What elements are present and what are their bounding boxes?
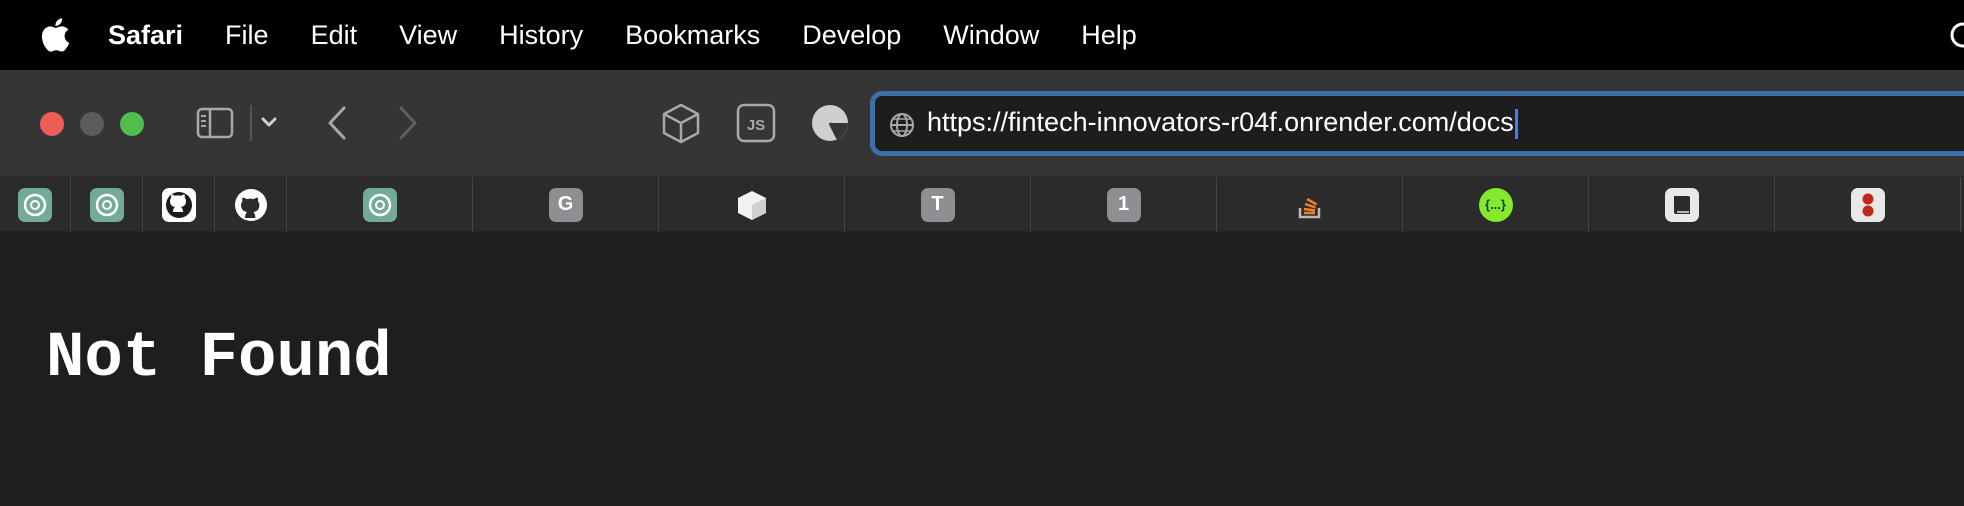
cube-extension-icon[interactable] bbox=[660, 102, 702, 144]
favorite-item[interactable]: {...} bbox=[1403, 177, 1589, 232]
favorite-item[interactable] bbox=[215, 177, 287, 232]
text-cursor bbox=[1514, 108, 1518, 139]
favorite-item[interactable] bbox=[0, 177, 71, 232]
letter-t-icon: T bbox=[920, 187, 955, 222]
letter-g-icon: G bbox=[548, 187, 583, 222]
favorite-item[interactable] bbox=[659, 177, 845, 232]
favorite-item[interactable] bbox=[71, 177, 143, 232]
favorite-item[interactable] bbox=[287, 177, 473, 232]
favorites-bar: G T 1 {...} bbox=[0, 177, 1964, 232]
back-icon[interactable] bbox=[326, 105, 348, 141]
favorite-item[interactable] bbox=[1775, 177, 1961, 232]
github-icon bbox=[161, 187, 196, 222]
pie-extension-icon[interactable] bbox=[810, 102, 850, 144]
chatgpt-icon bbox=[18, 187, 52, 222]
book-icon bbox=[1664, 187, 1699, 222]
apple-icon[interactable] bbox=[40, 17, 70, 53]
forward-icon[interactable] bbox=[397, 105, 419, 141]
url-field[interactable]: https://fintech-innovators-r04f.onrender… bbox=[927, 107, 1518, 139]
chatgpt-icon bbox=[89, 187, 124, 222]
minimize-window-button[interactable] bbox=[80, 112, 104, 136]
chatgpt-icon bbox=[362, 187, 397, 222]
sidebar-icon[interactable] bbox=[196, 107, 234, 139]
menu-edit[interactable]: Edit bbox=[311, 20, 358, 51]
red-dots-icon bbox=[1850, 187, 1885, 222]
menu-bookmarks[interactable]: Bookmarks bbox=[625, 20, 760, 51]
toolbar-divider bbox=[250, 105, 252, 141]
menu-view[interactable]: View bbox=[399, 20, 457, 51]
address-bar[interactable]: https://fintech-innovators-r04f.onrender… bbox=[870, 91, 1964, 156]
page-content: Not Found bbox=[0, 233, 1964, 506]
chevron-down-icon[interactable] bbox=[261, 116, 277, 128]
menu-window[interactable]: Window bbox=[943, 20, 1039, 51]
menu-items: Safari File Edit View History Bookmarks … bbox=[108, 0, 1179, 70]
zoom-window-button[interactable] bbox=[120, 112, 144, 136]
status-icon[interactable] bbox=[1950, 22, 1964, 48]
menu-bar: Safari File Edit View History Bookmarks … bbox=[0, 0, 1964, 70]
js-extension-icon[interactable]: JS bbox=[736, 102, 776, 144]
number-1-icon: 1 bbox=[1106, 187, 1141, 222]
menu-file[interactable]: File bbox=[225, 20, 269, 51]
close-window-button[interactable] bbox=[40, 112, 64, 136]
menu-develop[interactable]: Develop bbox=[802, 20, 901, 51]
svg-text:JS: JS bbox=[747, 117, 765, 134]
menu-help[interactable]: Help bbox=[1081, 20, 1137, 51]
favorite-item[interactable] bbox=[1217, 177, 1403, 232]
github-icon bbox=[234, 188, 267, 221]
favorite-item[interactable] bbox=[1589, 177, 1775, 232]
white-cube-icon bbox=[737, 190, 766, 220]
favorite-item[interactable] bbox=[143, 177, 215, 232]
favorite-item[interactable]: 1 bbox=[1031, 177, 1217, 232]
page-title: Not Found bbox=[46, 323, 392, 395]
favorite-item[interactable]: G bbox=[473, 177, 659, 232]
favorite-item[interactable]: T bbox=[845, 177, 1031, 232]
swagger-icon: {...} bbox=[1478, 187, 1513, 222]
menu-safari[interactable]: Safari bbox=[108, 20, 183, 51]
globe-icon bbox=[890, 113, 914, 137]
url-text: https://fintech-innovators-r04f.onrender… bbox=[927, 107, 1514, 137]
stackoverflow-icon bbox=[1298, 197, 1320, 218]
menu-history[interactable]: History bbox=[499, 20, 583, 51]
